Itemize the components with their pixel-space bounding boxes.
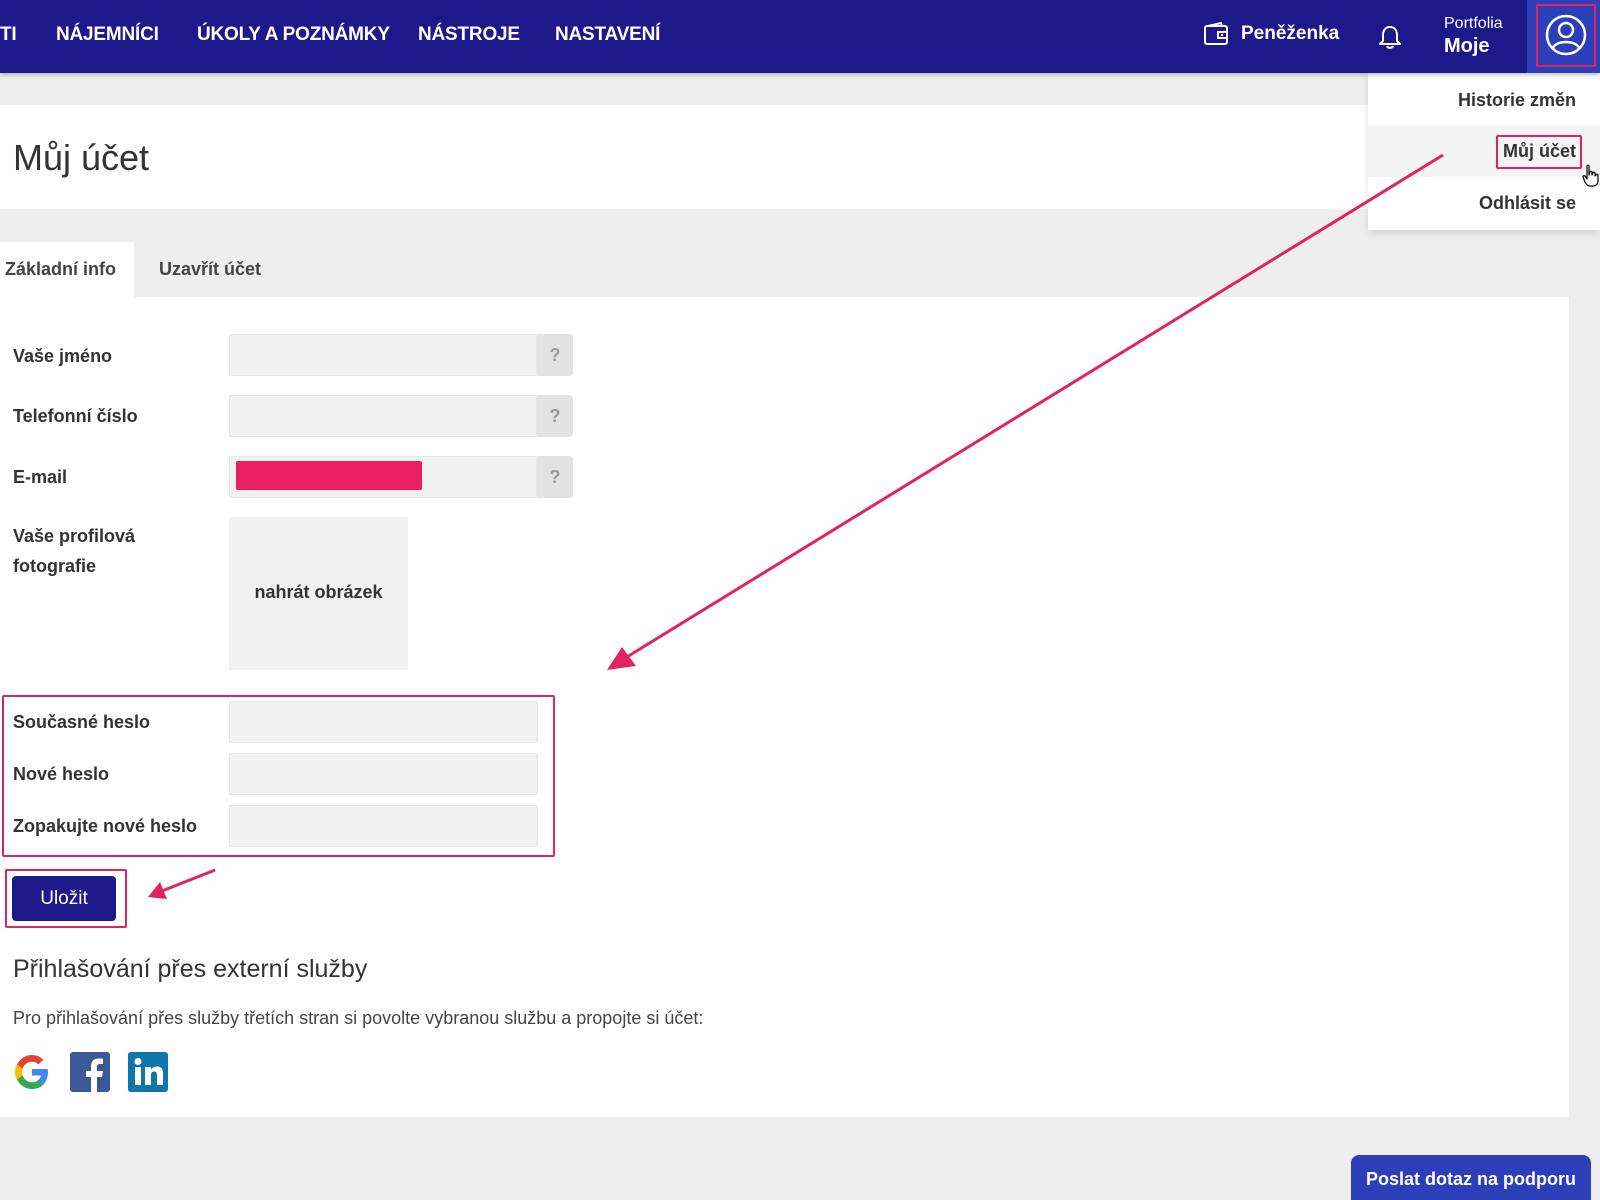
photo-label-line2: fotografie: [13, 556, 96, 576]
menu-item-change-history[interactable]: Historie změn: [1458, 90, 1576, 111]
tab-close-account[interactable]: Uzavřít účet: [159, 259, 261, 280]
upload-photo-box[interactable]: nahrát obrázek: [229, 517, 408, 670]
upload-photo-label: nahrát obrázek: [254, 582, 383, 602]
page-header-panel: [0, 105, 1368, 209]
save-button[interactable]: Uložit: [12, 876, 116, 921]
annotation-highlight: [1536, 4, 1596, 67]
hand-cursor-icon: [1582, 164, 1599, 187]
photo-label-line1: Vaše profilová: [13, 526, 136, 546]
tab-basic-info-label[interactable]: Základní info: [5, 259, 116, 280]
new-password-field[interactable]: [229, 753, 538, 795]
portfolio-label: Portfolia: [1444, 15, 1503, 32]
name-label: Vaše jméno: [13, 346, 113, 366]
nav-item-tools[interactable]: NÁSTROJE: [418, 24, 520, 46]
portfolio-value: Moje: [1444, 35, 1490, 57]
portfolio-selector[interactable]: Portfolia Moje: [1444, 14, 1503, 58]
name-field[interactable]: [229, 334, 537, 376]
facebook-icon[interactable]: [70, 1052, 110, 1092]
menu-item-logout[interactable]: Odhlásit se: [1479, 193, 1576, 214]
page-title: Můj účet: [13, 137, 150, 178]
repeat-password-label: Zopakujte nové heslo: [13, 816, 198, 836]
external-login-description: Pro přihlašování přes služby třetích str…: [13, 1008, 704, 1028]
nav-item-tenants[interactable]: NÁJEMNÍCI: [56, 24, 159, 46]
external-login-title: Přihlašování přes externí služby: [13, 955, 368, 983]
top-navigation-bar: TI NÁJEMNÍCI ÚKOLY A POZNÁMKY NÁSTROJE N…: [0, 0, 1600, 73]
wallet-icon: [1204, 21, 1228, 45]
support-button[interactable]: Poslat dotaz na podporu: [1351, 1155, 1591, 1200]
new-password-label: Nové heslo: [13, 764, 110, 784]
annotation-highlight: [1496, 135, 1582, 169]
email-help-button[interactable]: ?: [537, 456, 573, 498]
google-icon[interactable]: [12, 1052, 52, 1092]
nav-item-settings[interactable]: NASTAVENÍ: [555, 24, 660, 46]
repeat-password-field[interactable]: [229, 805, 538, 847]
phone-field[interactable]: [229, 395, 537, 437]
nav-item-tasks-notes[interactable]: ÚKOLY A POZNÁMKY: [197, 24, 390, 46]
name-help-button[interactable]: ?: [537, 334, 573, 376]
nav-item-partial[interactable]: TI: [0, 24, 17, 46]
current-password-label: Současné heslo: [13, 712, 151, 732]
current-password-field[interactable]: [229, 701, 538, 743]
phone-help-button[interactable]: ?: [537, 395, 573, 437]
user-menu-button[interactable]: [1527, 0, 1600, 73]
email-label: E-mail: [13, 467, 68, 487]
wallet-link[interactable]: Peněženka: [1203, 21, 1339, 47]
linkedin-icon[interactable]: [128, 1052, 168, 1092]
email-redaction: [236, 461, 422, 490]
phone-label: Telefonní číslo: [13, 406, 138, 426]
bell-icon[interactable]: [1378, 24, 1402, 50]
wallet-label: Peněženka: [1241, 23, 1340, 44]
